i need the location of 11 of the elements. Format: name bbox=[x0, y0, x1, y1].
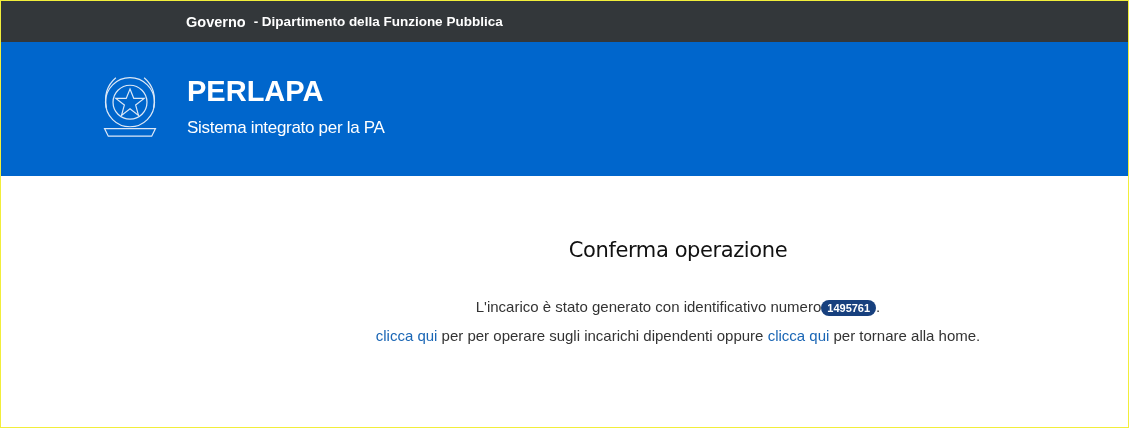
app-title: PERLAPA bbox=[187, 74, 325, 108]
instructions-text: clicca qui per per operare sugli incarichi dipendenti oppure clicca qui per tornare alla home. bbox=[374, 327, 982, 344]
confirmation-message: L'incarico è stato generato con identificativo numero bbox=[475, 298, 822, 315]
link[interactable]: clicca qui bbox=[767, 327, 830, 344]
period-text: . bbox=[876, 298, 881, 315]
page-title: Conferma operazione bbox=[567, 238, 789, 262]
link[interactable]: clicca qui bbox=[375, 327, 438, 344]
app-subtitle: Sistema integrato per la PA bbox=[187, 117, 385, 138]
organization-name: Governo bbox=[186, 13, 246, 30]
department-name: - Dipartimento della Funzione Pubblica bbox=[253, 14, 503, 29]
id-badge: 1495761 bbox=[821, 300, 877, 316]
